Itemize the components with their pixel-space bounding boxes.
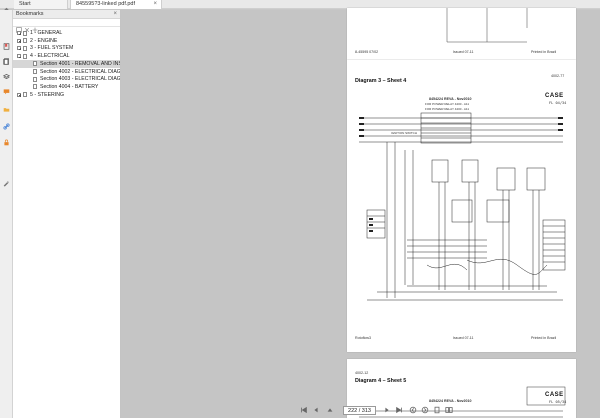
- lock-icon[interactable]: [3, 139, 10, 146]
- link-icon[interactable]: [3, 123, 10, 130]
- expand-icon[interactable]: [17, 92, 21, 97]
- document-viewport[interactable]: 8-45595 07/02 Issued 07-11 Printed in Br…: [121, 8, 600, 418]
- page-number-field[interactable]: 222 / 313: [343, 406, 376, 415]
- bookmark-page-icon: [23, 38, 27, 44]
- pdf-viewer: Start 845595?3-linked pdf.pdf × Bookmark…: [0, 0, 600, 418]
- tab-document-label: 845595?3-linked pdf.pdf: [76, 1, 136, 7]
- close-icon[interactable]: ×: [113, 10, 117, 19]
- next-view-icon[interactable]: [421, 406, 429, 414]
- previous-view-icon[interactable]: [409, 406, 417, 414]
- expand-icon[interactable]: [17, 46, 21, 51]
- wiring-diagram: [359, 112, 566, 301]
- tab-start-label: Start: [19, 1, 31, 7]
- bookmarks-panel: Bookmarks × 1 - GENERAL 2 - ENGINE 3 - FUE…: [13, 10, 121, 418]
- bookmark-page-icon: [33, 84, 37, 90]
- page-footer-left: Rotoflow3: [355, 336, 371, 340]
- prev-footer-right: Printed in Brazil: [531, 50, 557, 54]
- bookmarks-header: Bookmarks ×: [13, 10, 120, 19]
- delete-bookmark-icon[interactable]: [24, 20, 30, 33]
- tab-document[interactable]: 845595?3-linked pdf.pdf ×: [70, 0, 162, 9]
- prev-footer-mid: Issued 07-11: [453, 50, 474, 54]
- pages-icon[interactable]: [3, 58, 10, 65]
- bookmark-page-icon: [23, 30, 27, 36]
- signature-icon[interactable]: [3, 180, 10, 187]
- single-page-icon[interactable]: [433, 406, 441, 414]
- next-page-icon[interactable]: [383, 406, 391, 414]
- comment-icon[interactable]: [3, 88, 10, 95]
- bookmark-page-icon: [23, 45, 27, 51]
- page-current: 4002-77 Diagram 3 – Sheet 4 CASE FL 04/3…: [347, 60, 576, 352]
- bookmarks-title: Bookmarks: [16, 11, 44, 17]
- wiring-fragment: [446, 8, 528, 43]
- first-page-icon[interactable]: [300, 406, 308, 414]
- expand-icon[interactable]: [17, 31, 21, 35]
- bookmark-icon[interactable]: [3, 43, 10, 50]
- bookmark-item[interactable]: 5 - STEERING: [13, 91, 120, 99]
- tab-start[interactable]: Start: [14, 0, 68, 9]
- page-number-text: 222 / 313: [348, 408, 371, 414]
- prev-page-icon[interactable]: [312, 406, 320, 414]
- bookmark-label: 5 - STEERING: [30, 91, 65, 98]
- expand-all-icon[interactable]: [16, 20, 22, 33]
- page-previous: 8-45595 07/02 Issued 07-11 Printed in Br…: [347, 8, 576, 60]
- page-footer-mid: Issued 07-11: [453, 336, 474, 340]
- layers-icon[interactable]: [3, 73, 10, 80]
- close-icon[interactable]: ×: [153, 0, 157, 9]
- bookmark-page-icon: [33, 61, 37, 67]
- add-bookmark-icon[interactable]: [32, 20, 38, 33]
- page-next: 4002-12 Diagram 4 – Sheet 5 CASE 8454224…: [347, 359, 576, 418]
- next-wiring-fragment: [359, 386, 566, 418]
- last-page-icon[interactable]: [395, 406, 403, 414]
- bookmarks-toolbar: [13, 19, 120, 33]
- collapse-icon[interactable]: [17, 54, 21, 59]
- folder-icon[interactable]: [3, 106, 10, 113]
- bookmark-page-icon: [33, 76, 37, 82]
- up-page-icon[interactable]: [326, 406, 334, 414]
- bookmark-page-icon: [23, 53, 27, 59]
- expand-icon[interactable]: [17, 38, 21, 43]
- side-icon-strip: [0, 10, 13, 418]
- bookmark-page-icon: [23, 92, 27, 98]
- prev-footer-left: 8-45595 07/02: [355, 50, 379, 54]
- page-footer-right: Printed in Brazil: [531, 336, 557, 340]
- two-page-icon[interactable]: [445, 406, 453, 414]
- home-icon[interactable]: [3, 1, 10, 14]
- bookmark-page-icon: [33, 69, 37, 74]
